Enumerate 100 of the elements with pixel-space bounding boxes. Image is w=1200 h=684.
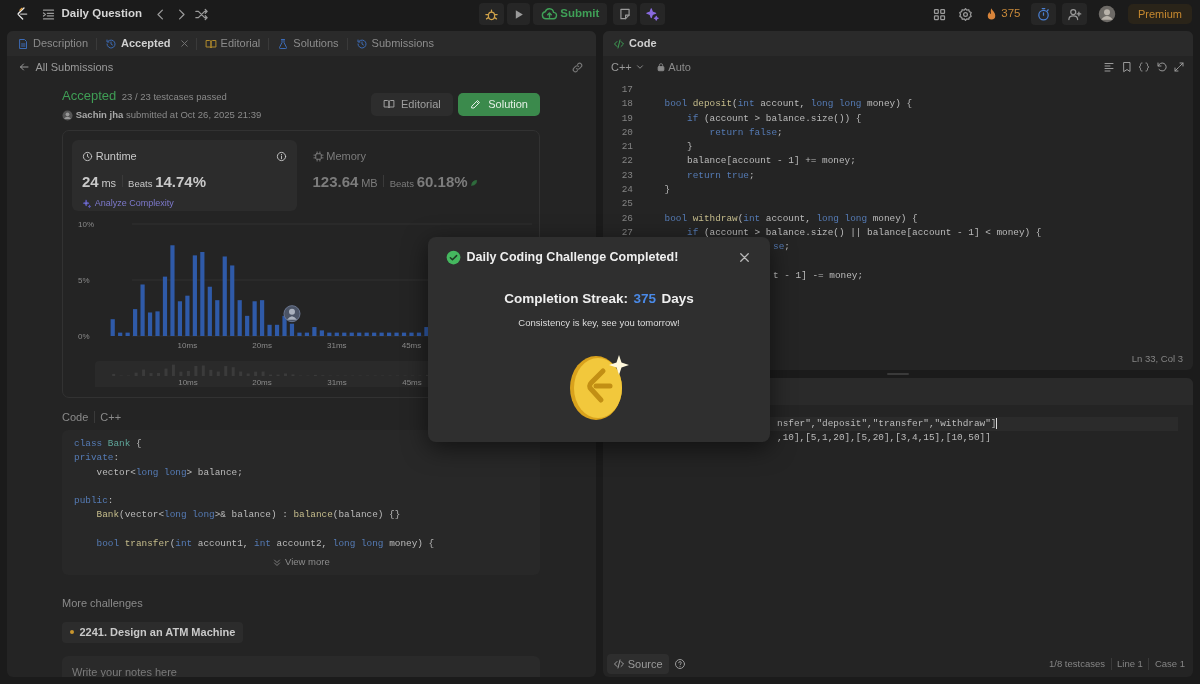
tab[interactable]: Submissions <box>353 35 436 52</box>
analyze-complexity-link[interactable]: Analyze Complexity <box>82 197 287 211</box>
line-number: 24 <box>621 184 633 196</box>
histogram-bar <box>260 300 265 336</box>
axis-label: 5% <box>78 276 90 285</box>
line-number: 25 <box>621 198 633 210</box>
close-tab-button[interactable] <box>178 38 190 49</box>
braces-button[interactable] <box>1138 61 1150 73</box>
memory-card[interactable]: Memory 123.64 MB Beats 60.18% <box>302 140 528 211</box>
code-icon <box>613 37 625 50</box>
premium-button[interactable]: Premium <box>1128 4 1192 24</box>
language-label: C++ <box>100 409 122 425</box>
sparkle-icon <box>644 6 660 22</box>
help-icon <box>674 658 687 670</box>
chevron-down-icon <box>634 62 645 72</box>
submit-button[interactable]: Submit <box>532 3 608 25</box>
stat-unit: ms <box>101 175 117 191</box>
histogram-bar <box>319 330 324 336</box>
tab[interactable]: Accepted <box>103 35 173 52</box>
avatar-icon[interactable] <box>1098 5 1117 23</box>
histogram-bar <box>147 312 153 336</box>
language-select[interactable]: C++ <box>611 58 645 76</box>
panel-title: Code <box>611 35 659 52</box>
back-link[interactable]: All Submissions <box>18 58 114 76</box>
code-icon <box>613 658 625 670</box>
author-link[interactable]: Sachin jha <box>75 108 124 123</box>
notes-field[interactable]: Write your notes here <box>62 655 540 677</box>
histogram-bar <box>215 300 220 336</box>
histogram-bar <box>312 327 317 336</box>
code-line: class Bank { <box>74 438 142 449</box>
code-line: return false; <box>708 126 783 138</box>
expand-button[interactable] <box>1173 61 1185 73</box>
code-line: return true; <box>686 169 755 181</box>
line-number: 27 <box>621 226 633 238</box>
runtime-card[interactable]: Runtime 24 ms Beats 14.74% Analyze Complexity <box>72 140 297 211</box>
histogram-bar <box>364 332 369 336</box>
reset-button[interactable] <box>1155 61 1168 73</box>
code-line: if (account > balance.size()) { <box>686 112 862 124</box>
histogram-bar <box>289 323 295 336</box>
format-button[interactable] <box>1103 61 1115 73</box>
histogram-bar <box>185 295 190 336</box>
page-title: Daily Question <box>61 6 143 22</box>
submitted-text: submitted at Oct 26, 2025 21:39 <box>126 108 262 122</box>
histogram-bar <box>177 301 183 336</box>
run-button[interactable] <box>506 3 530 25</box>
source-button[interactable]: Source <box>607 654 669 674</box>
bookmark-button[interactable] <box>1120 61 1133 73</box>
beats-label: Beats <box>128 176 153 191</box>
histogram-bar <box>379 332 384 336</box>
bug-icon <box>484 6 500 22</box>
edit-icon <box>470 98 483 110</box>
shuffle-icon <box>194 6 210 22</box>
histogram-bar <box>387 332 392 336</box>
axis-label: 45ms <box>402 378 422 387</box>
view-more-button[interactable]: View more <box>272 555 330 570</box>
chip-icon <box>312 150 324 162</box>
assistant-button[interactable] <box>639 3 665 25</box>
section-title: More challenges <box>62 596 144 611</box>
streak-button[interactable]: 375 <box>983 5 1021 23</box>
tab[interactable]: Description <box>15 35 91 52</box>
double-chevron-icon <box>272 557 283 568</box>
copy-link-button[interactable] <box>571 60 584 74</box>
streak-label: Completion Streak: <box>504 290 628 308</box>
line-indicator: Line 1 <box>1117 656 1143 671</box>
editorial-button[interactable]: Editorial <box>371 92 453 116</box>
challenge-link[interactable]: 2241. Design an ATM Machine <box>62 621 244 643</box>
axis-label: 20ms <box>252 378 272 387</box>
histogram-bar <box>252 301 257 336</box>
axis-label: 31ms <box>327 378 347 387</box>
problem-list-button[interactable]: Daily Question <box>41 5 143 23</box>
add-user-icon <box>1067 6 1082 22</box>
code-label: Code <box>62 409 89 425</box>
apps-button[interactable] <box>931 6 947 22</box>
stat-unit: MB <box>361 175 378 191</box>
timer-button[interactable] <box>1031 3 1057 25</box>
beats-value: 60.18% <box>416 171 468 192</box>
histogram-bar <box>282 315 287 336</box>
list-icon <box>41 6 56 22</box>
status-text: Accepted <box>62 86 117 105</box>
settings-button[interactable] <box>957 6 973 22</box>
note-icon <box>617 7 632 21</box>
code-line: bool deposit(int account, long long money) { <box>663 98 913 110</box>
beats-value: 14.74% <box>155 171 207 192</box>
solution-button[interactable]: Solution <box>458 92 540 116</box>
stat-value: 123.64 <box>312 171 359 192</box>
dialog-message: Consistency is key, see you tomorrow! <box>517 316 681 331</box>
debug-button[interactable] <box>479 3 505 25</box>
tab[interactable]: Solutions <box>275 35 341 52</box>
tab[interactable]: Editorial <box>202 35 263 52</box>
shuffle-button[interactable] <box>194 6 210 22</box>
histogram-bar <box>155 311 160 336</box>
timer-icon <box>1036 6 1052 22</box>
notes-button[interactable] <box>612 3 637 25</box>
leaf-icon <box>470 178 479 187</box>
histogram-bar <box>327 332 332 336</box>
add-friend-button[interactable] <box>1062 3 1087 25</box>
axis-label: 45ms <box>401 341 422 350</box>
help-button[interactable] <box>674 658 687 670</box>
histogram-bar <box>274 324 280 336</box>
histogram-bar <box>357 332 362 336</box>
